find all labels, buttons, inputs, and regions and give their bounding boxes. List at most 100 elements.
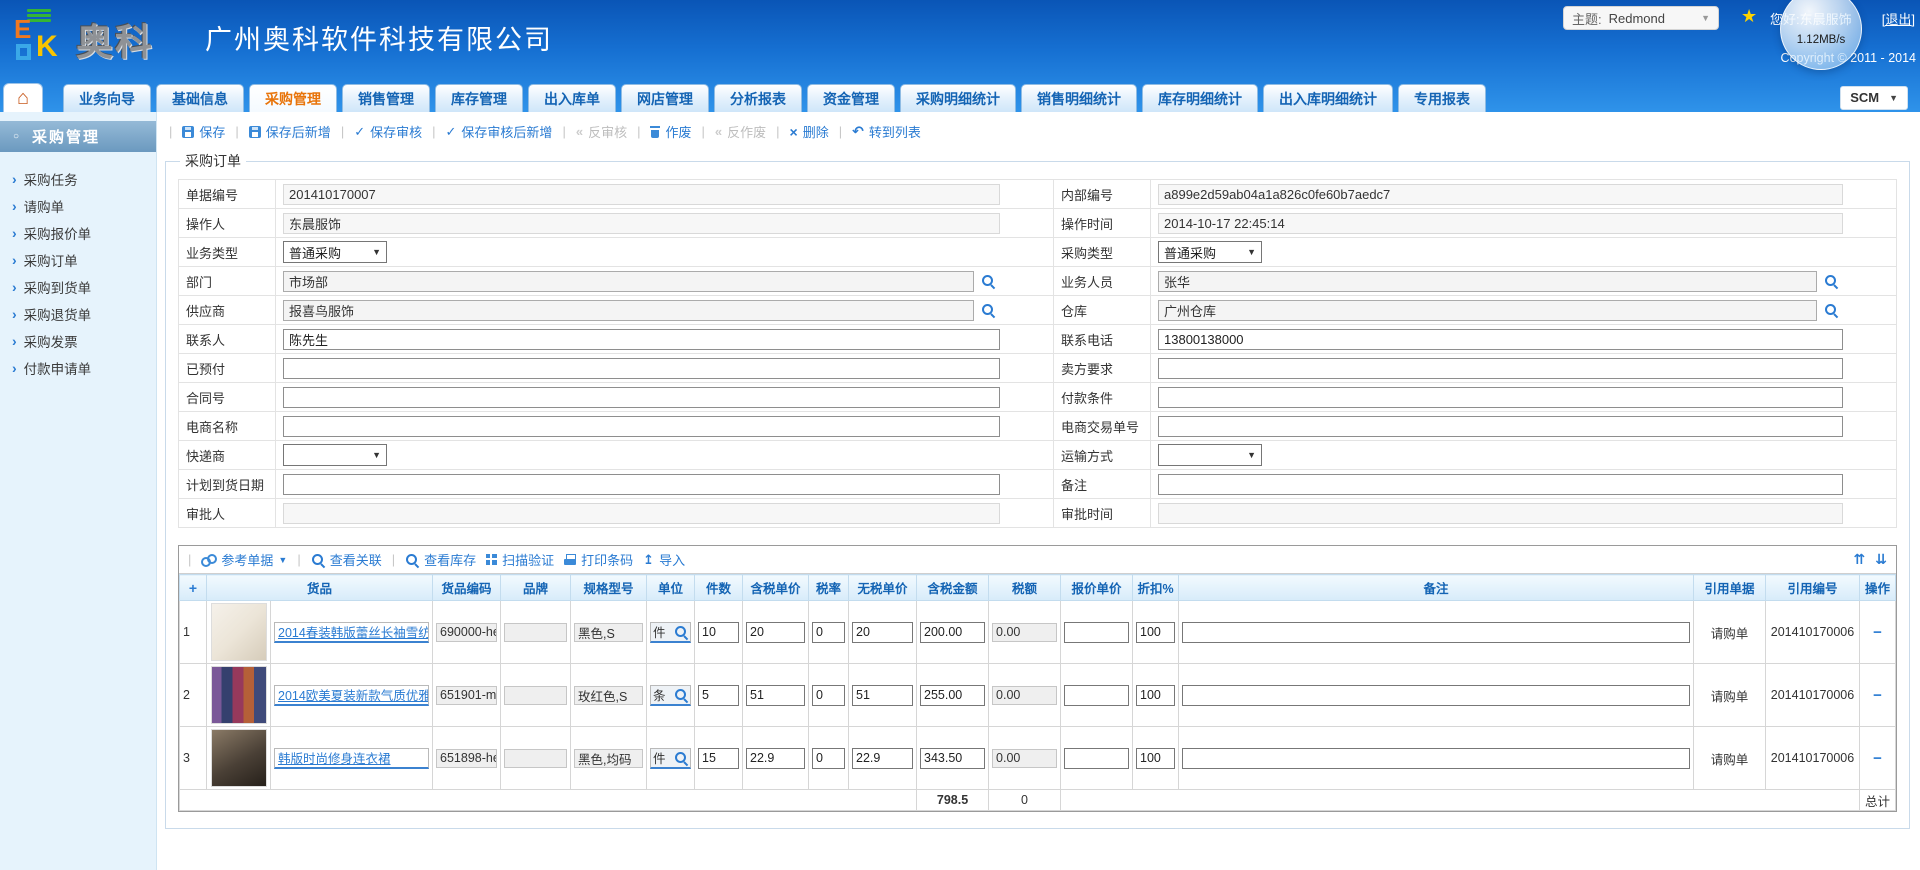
view-stock-button[interactable]: 查看库存 xyxy=(405,550,476,569)
tax-rate-input[interactable] xyxy=(812,622,845,643)
magnifier-icon[interactable] xyxy=(674,751,688,765)
tab-business-wizard[interactable]: 业务向导 xyxy=(63,84,151,112)
transport-select[interactable]: ▼ xyxy=(1158,444,1262,466)
contact-input[interactable] xyxy=(283,329,1000,350)
product-name-link[interactable]: 韩版时尚修身连衣裙 xyxy=(278,748,391,767)
sidebar-item-purchase-arrival[interactable]: ›采购到货单 xyxy=(12,273,156,300)
tab-special-reports[interactable]: 专用报表 xyxy=(1398,84,1486,112)
line-remark-input[interactable] xyxy=(1182,622,1690,643)
product-name-link[interactable]: 2014欧美夏装新款气质优雅时 xyxy=(278,685,429,704)
magnifier-icon[interactable] xyxy=(1824,274,1838,288)
notax-price-input[interactable] xyxy=(852,748,913,769)
tab-inout-detail-stats[interactable]: 出入库明细统计 xyxy=(1263,84,1393,112)
payment-terms-input[interactable] xyxy=(1158,387,1843,408)
line-remark-input[interactable] xyxy=(1182,685,1690,706)
phone-input[interactable] xyxy=(1158,329,1843,350)
biz-type-select[interactable]: 普通采购▼ xyxy=(283,241,387,263)
line-remark-input[interactable] xyxy=(1182,748,1690,769)
seller-requirement-input[interactable] xyxy=(1158,358,1843,379)
tab-finance-mgmt[interactable]: 资金管理 xyxy=(807,84,895,112)
tax-rate-input[interactable] xyxy=(812,748,845,769)
save-audit-new-button[interactable]: ✓保存审核后新增 xyxy=(446,122,553,141)
sidebar-item-payment-request[interactable]: ›付款申请单 xyxy=(12,354,156,381)
qty-input[interactable] xyxy=(698,748,739,769)
notax-price-input[interactable] xyxy=(852,685,913,706)
tab-inventory-detail-stats[interactable]: 库存明细统计 xyxy=(1142,84,1258,112)
tab-purchase-mgmt[interactable]: 采购管理 xyxy=(249,84,337,112)
prepaid-input[interactable] xyxy=(283,358,1000,379)
logout-link[interactable]: [退出] xyxy=(1882,9,1915,28)
sidebar-item-purchase-quote[interactable]: ›采购报价单 xyxy=(12,219,156,246)
tax-rate-input[interactable] xyxy=(812,685,845,706)
delete-button[interactable]: ×删除 xyxy=(790,122,829,141)
warehouse-field[interactable]: 广州仓库 xyxy=(1158,300,1817,321)
discount-input[interactable] xyxy=(1136,622,1175,643)
tax-price-input[interactable] xyxy=(746,748,805,769)
save-audit-button[interactable]: ✓保存审核 xyxy=(354,122,422,141)
supplier-field[interactable]: 报喜鸟服饰 xyxy=(283,300,974,321)
go-to-list-button[interactable]: ↶转到列表 xyxy=(852,122,921,141)
magnifier-icon[interactable] xyxy=(674,625,688,639)
courier-select[interactable]: ▼ xyxy=(283,444,387,466)
remove-row-button[interactable]: − xyxy=(1873,687,1882,704)
scan-verify-button[interactable]: 扫描验证 xyxy=(486,550,554,569)
unaudit-button[interactable]: «反审核 xyxy=(576,122,627,141)
tab-eshop-mgmt[interactable]: 网店管理 xyxy=(621,84,709,112)
save-and-new-button[interactable]: 保存后新增 xyxy=(249,122,331,141)
remove-row-button[interactable]: − xyxy=(1873,624,1882,641)
product-image[interactable] xyxy=(211,729,267,787)
tab-basic-info[interactable]: 基础信息 xyxy=(156,84,244,112)
quote-price-input[interactable] xyxy=(1064,748,1129,769)
tab-sales-mgmt[interactable]: 销售管理 xyxy=(342,84,430,112)
favorite-star-icon[interactable]: ★ xyxy=(1741,6,1757,27)
qty-input[interactable] xyxy=(698,622,739,643)
department-field[interactable]: 市场部 xyxy=(283,271,974,292)
eshop-name-input[interactable] xyxy=(283,416,1000,437)
move-down-icon[interactable]: ⇊ xyxy=(1875,551,1887,568)
add-row-button[interactable]: + xyxy=(180,575,207,601)
tab-sales-detail-stats[interactable]: 销售明细统计 xyxy=(1021,84,1137,112)
unvoid-button[interactable]: «反作废 xyxy=(715,122,766,141)
tax-amount-input[interactable] xyxy=(920,748,985,769)
sidebar-item-purchase-task[interactable]: ›采购任务 xyxy=(12,165,156,192)
contract-no-input[interactable] xyxy=(283,387,1000,408)
tax-amount-input[interactable] xyxy=(920,622,985,643)
reference-doc-button[interactable]: 参考单据▼ xyxy=(201,550,287,569)
magnifier-icon[interactable] xyxy=(674,688,688,702)
sidebar-item-purchase-request[interactable]: ›请购单 xyxy=(12,192,156,219)
save-button[interactable]: 保存 xyxy=(182,122,225,141)
magnifier-icon[interactable] xyxy=(981,303,995,317)
tab-inout-orders[interactable]: 出入库单 xyxy=(528,84,616,112)
tax-price-input[interactable] xyxy=(746,685,805,706)
tax-price-input[interactable] xyxy=(746,622,805,643)
sidebar-item-purchase-return[interactable]: ›采购退货单 xyxy=(12,300,156,327)
home-button[interactable]: ⌂ xyxy=(3,83,43,112)
remove-row-button[interactable]: − xyxy=(1873,750,1882,767)
view-relation-button[interactable]: 查看关联 xyxy=(311,550,382,569)
notax-price-input[interactable] xyxy=(852,622,913,643)
magnifier-icon[interactable] xyxy=(1824,303,1838,317)
product-name-link[interactable]: 2014春装韩版蕾丝长袖雪纺衫 xyxy=(278,622,429,641)
tab-analysis-reports[interactable]: 分析报表 xyxy=(714,84,802,112)
purchase-type-select[interactable]: 普通采购▼ xyxy=(1158,241,1262,263)
quote-price-input[interactable] xyxy=(1064,622,1129,643)
tab-inventory-mgmt[interactable]: 库存管理 xyxy=(435,84,523,112)
qty-input[interactable] xyxy=(698,685,739,706)
import-button[interactable]: ↥导入 xyxy=(643,550,685,569)
tax-amount-input[interactable] xyxy=(920,685,985,706)
planned-arrival-date-input[interactable] xyxy=(283,474,1000,495)
tab-purchase-detail-stats[interactable]: 采购明细统计 xyxy=(900,84,1016,112)
sidebar-item-purchase-order[interactable]: ›采购订单 xyxy=(12,246,156,273)
remark-input[interactable] xyxy=(1158,474,1843,495)
move-up-icon[interactable]: ⇈ xyxy=(1854,551,1866,568)
eshop-trade-no-input[interactable] xyxy=(1158,416,1843,437)
discount-input[interactable] xyxy=(1136,685,1175,706)
print-barcode-button[interactable]: 打印条码 xyxy=(564,550,633,569)
scm-selector[interactable]: SCM ▼ xyxy=(1840,86,1908,110)
quote-price-input[interactable] xyxy=(1064,685,1129,706)
sidebar-title[interactable]: ○ 采购管理 xyxy=(0,121,156,152)
discount-input[interactable] xyxy=(1136,748,1175,769)
theme-selector[interactable]: 主题: Redmond ▼ xyxy=(1563,6,1719,30)
magnifier-icon[interactable] xyxy=(981,274,995,288)
void-button[interactable]: 作废 xyxy=(650,122,691,141)
